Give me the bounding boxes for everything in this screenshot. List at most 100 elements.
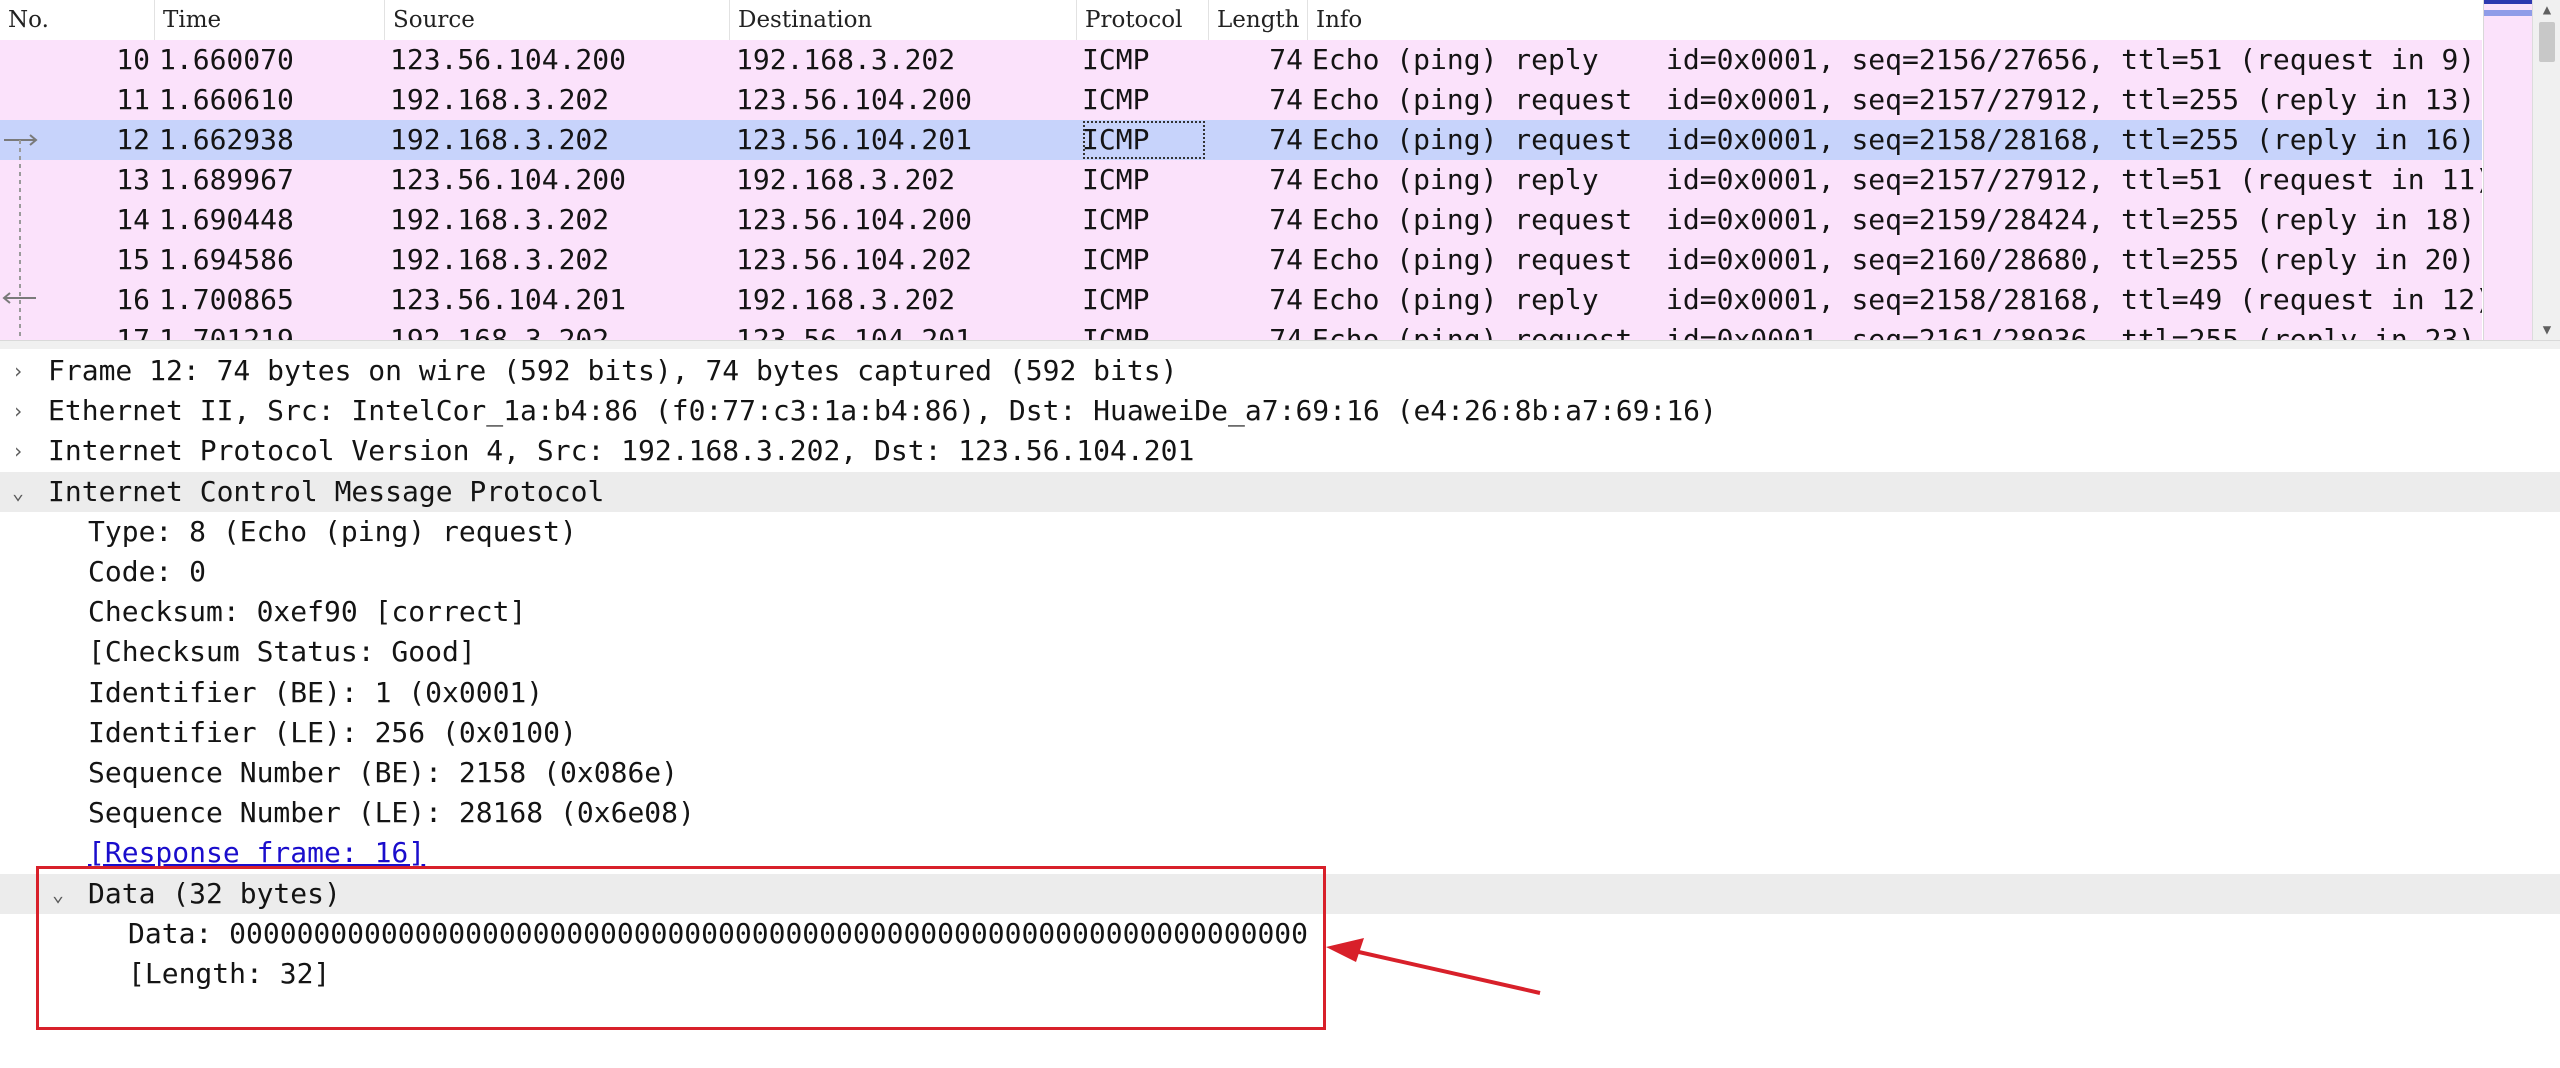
collapse-chevron-icon[interactable]: ⌄ [12, 472, 24, 512]
packet-source: 192.168.3.202 [390, 123, 610, 156]
column-header-info[interactable]: Info [1308, 0, 2482, 40]
detail-field-text: Identifier (LE): 256 (0x0100) [88, 715, 577, 749]
packet-time: 1.701219 [159, 323, 294, 340]
packet-destination: 123.56.104.201 [736, 123, 973, 156]
expand-chevron-icon[interactable]: › [12, 351, 24, 391]
packet-length: 74 [1269, 43, 1303, 76]
detail-tree-item[interactable]: › Frame 12: 74 bytes on wire (592 bits), … [0, 351, 2560, 391]
packet-length: 74 [1269, 243, 1303, 276]
packet-number: 11 [116, 83, 150, 116]
column-header-source[interactable]: Source [385, 0, 730, 40]
packet-source: 192.168.3.202 [390, 83, 610, 116]
packet-protocol: ICMP [1082, 243, 1150, 276]
detail-field-text: Ethernet II, Src: IntelCor_1a:b4:86 (f0:… [48, 394, 1717, 428]
packet-time: 1.660610 [159, 83, 294, 116]
packet-protocol: ICMP [1082, 323, 1150, 340]
packet-destination: 192.168.3.202 [736, 163, 956, 196]
packet-length: 74 [1269, 163, 1303, 196]
packet-row[interactable]: 17 1.701219 192.168.3.202 123.56.104.201 ICM… [0, 320, 2482, 340]
packet-list-scrollbar[interactable]: ▲ ▼ [2532, 0, 2560, 340]
packet-info: Echo (ping) reply id=0x0001, seq=2157/27… [1312, 163, 2482, 196]
packet-source: 123.56.104.200 [390, 163, 627, 196]
packet-time: 1.690448 [159, 203, 294, 236]
packet-info: Echo (ping) request id=0x0001, seq=2159/… [1312, 203, 2476, 236]
packet-info: Echo (ping) reply id=0x0001, seq=2158/28… [1312, 283, 2482, 316]
detail-field-text: Checksum: 0xef90 [correct] [88, 595, 527, 629]
column-header-time[interactable]: Time [155, 0, 385, 40]
packet-protocol: ICMP [1082, 120, 1206, 160]
column-header-no[interactable]: No. [0, 0, 155, 40]
packet-source: 192.168.3.202 [390, 203, 610, 236]
detail-tree-item[interactable]: Checksum: 0xef90 [correct] [0, 592, 2560, 632]
column-header-destination[interactable]: Destination [730, 0, 1077, 40]
detail-field-text: Internet Protocol Version 4, Src: 192.16… [48, 434, 1195, 468]
packet-row[interactable]: 13 1.689967 123.56.104.200 192.168.3.202 ICM… [0, 160, 2482, 200]
conversation-indicator [2, 134, 38, 340]
expand-chevron-icon[interactable]: › [12, 391, 24, 431]
packet-source: 123.56.104.200 [390, 43, 627, 76]
detail-tree-item[interactable]: › Internet Protocol Version 4, Src: 192.1… [0, 431, 2560, 471]
annotation-highlight-box [36, 866, 1326, 1030]
packet-destination: 192.168.3.202 [736, 283, 956, 316]
packet-destination: 123.56.104.200 [736, 83, 973, 116]
packet-destination: 192.168.3.202 [736, 43, 956, 76]
packet-number: 10 [116, 43, 150, 76]
detail-tree-item[interactable]: Identifier (BE): 1 (0x0001) [0, 673, 2560, 713]
packet-source: 123.56.104.201 [390, 283, 627, 316]
minimap-position-marker [2484, 0, 2532, 4]
packet-length: 74 [1269, 83, 1303, 116]
packet-row[interactable]: 14 1.690448 192.168.3.202 123.56.104.200 ICM… [0, 200, 2482, 240]
packet-minimap[interactable] [2483, 0, 2532, 340]
scrollbar-thumb[interactable] [2539, 22, 2555, 62]
detail-tree-item[interactable]: Type: 8 (Echo (ping) request) [0, 512, 2560, 552]
packet-row[interactable]: 11 1.660610 192.168.3.202 123.56.104.200 ICM… [0, 80, 2482, 120]
packet-destination: 123.56.104.200 [736, 203, 973, 236]
packet-time: 1.700865 [159, 283, 294, 316]
packet-info: Echo (ping) request id=0x0001, seq=2157/… [1312, 83, 2476, 116]
detail-field-text: Sequence Number (BE): 2158 (0x086e) [88, 756, 679, 789]
column-header-length[interactable]: Length [1209, 0, 1308, 40]
detail-tree-item[interactable]: Sequence Number (BE): 2158 (0x086e) [0, 753, 2560, 793]
packet-length: 74 [1269, 203, 1303, 236]
detail-tree-item[interactable]: Code: 0 [0, 552, 2560, 592]
packet-protocol: ICMP [1082, 43, 1150, 76]
packet-source: 192.168.3.202 [390, 323, 610, 340]
packet-list-pane[interactable]: No. Time Source Destination Protocol Len… [0, 0, 2560, 340]
packet-row[interactable]: 12 1.662938 192.168.3.202 123.56.104.201 ICM… [0, 120, 2482, 160]
packet-destination: 123.56.104.201 [736, 323, 973, 340]
detail-tree-item[interactable]: ⌄ Internet Control Message Protocol [0, 471, 2560, 512]
detail-field-text: Frame 12: 74 bytes on wire (592 bits), 7… [48, 354, 1178, 387]
detail-field-text: [Checksum Status: Good] [88, 635, 476, 669]
detail-tree-item[interactable]: [Checksum Status: Good] [0, 632, 2560, 672]
packet-time: 1.694586 [159, 243, 294, 276]
packet-protocol: ICMP [1082, 83, 1150, 116]
column-header-protocol[interactable]: Protocol [1077, 0, 1209, 40]
packet-info: Echo (ping) request id=0x0001, seq=2158/… [1312, 123, 2476, 156]
packet-row[interactable]: 10 1.660070 123.56.104.200 192.168.3.202 ICM… [0, 40, 2482, 80]
packet-time: 1.662938 [159, 123, 294, 156]
packet-info: Echo (ping) request id=0x0001, seq=2161/… [1312, 323, 2476, 340]
packet-rows: 10 1.660070 123.56.104.200 192.168.3.202 ICM… [0, 40, 2482, 340]
minimap-selection-marker [2484, 10, 2532, 16]
packet-time: 1.689967 [159, 163, 294, 196]
packet-length: 74 [1269, 323, 1303, 340]
detail-tree-item[interactable]: Identifier (LE): 256 (0x0100) [0, 713, 2560, 753]
packet-row[interactable]: 16 1.700865 123.56.104.201 192.168.3.202 ICM… [0, 280, 2482, 320]
detail-tree-item[interactable]: Sequence Number (LE): 28168 (0x6e08) [0, 793, 2560, 833]
packet-destination: 123.56.104.202 [736, 243, 973, 276]
expand-chevron-icon[interactable]: › [12, 431, 24, 471]
packet-info: Echo (ping) reply id=0x0001, seq=2156/27… [1312, 43, 2476, 76]
detail-field-text: Code: 0 [88, 555, 207, 588]
packet-length: 74 [1269, 283, 1303, 316]
scroll-up-arrow-icon[interactable]: ▲ [2533, 0, 2560, 20]
detail-field-text: Identifier (BE): 1 (0x0001) [88, 675, 544, 709]
detail-tree-item[interactable]: › Ethernet II, Src: IntelCor_1a:b4:86 (f0… [0, 391, 2560, 431]
packet-list-header: No. Time Source Destination Protocol Len… [0, 0, 2482, 41]
packet-source: 192.168.3.202 [390, 243, 610, 276]
detail-field-text: Internet Control Message Protocol [48, 474, 605, 508]
packet-row[interactable]: 15 1.694586 192.168.3.202 123.56.104.202 ICM… [0, 240, 2482, 280]
packet-protocol: ICMP [1082, 203, 1150, 236]
detail-field-text: Sequence Number (LE): 28168 (0x6e08) [88, 796, 695, 830]
detail-field-text: Type: 8 (Echo (ping) request) [88, 514, 577, 548]
scroll-down-arrow-icon[interactable]: ▼ [2533, 320, 2560, 340]
